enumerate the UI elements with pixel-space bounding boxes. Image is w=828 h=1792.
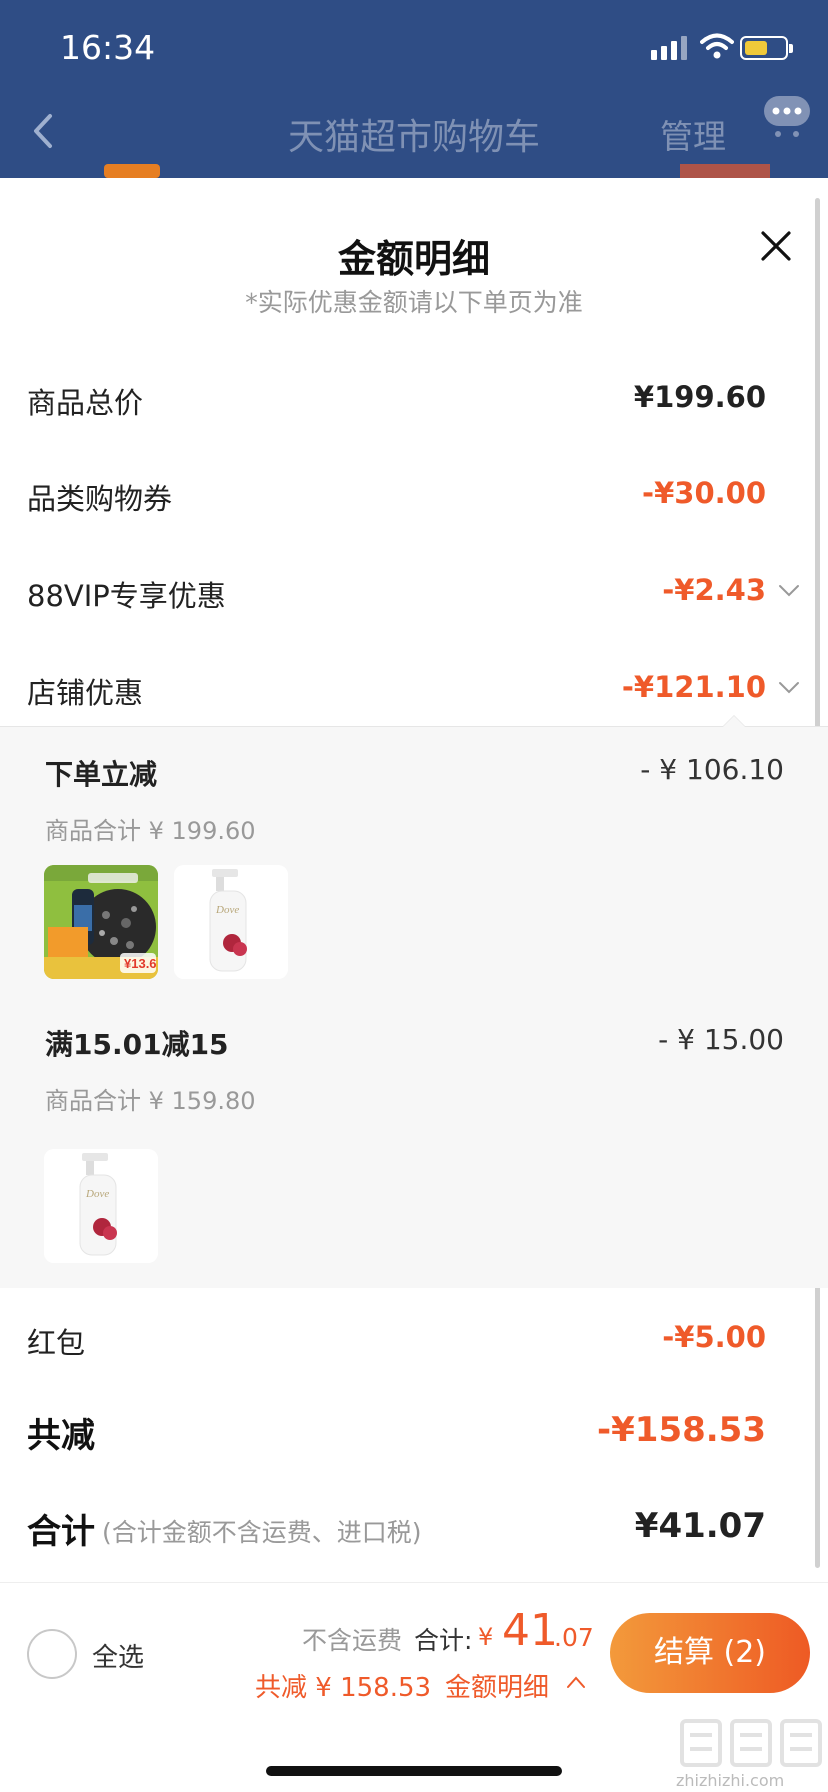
home-indicator[interactable]	[266, 1766, 562, 1776]
row-category-coupon: 品类购物券 -¥30.00	[0, 464, 828, 524]
select-all-label[interactable]: 全选	[92, 1637, 144, 1674]
sum-currency: ¥	[478, 1623, 494, 1651]
chevron-down-icon[interactable]	[778, 680, 800, 696]
row-label: 红包	[27, 1326, 86, 1360]
row-88vip-discount[interactable]: 88VIP专享优惠 -¥2.43	[0, 561, 828, 621]
product-thumbnail-dove-2[interactable]: Dove	[44, 1149, 158, 1263]
thumb-brand: Dove	[215, 904, 239, 916]
row-value: -¥158.53	[597, 1410, 766, 1450]
battery-icon	[740, 36, 793, 60]
row-grand-total: 合计 (合计金额不含运费、进口税) ¥41.07	[0, 1496, 828, 1560]
sheet-disclaimer: *实际优惠金额请以下单页为准	[245, 288, 583, 317]
close-icon[interactable]	[760, 230, 792, 262]
row-value: -¥121.10	[621, 670, 766, 704]
chevron-down-icon[interactable]	[778, 583, 800, 599]
top-bar: 16:34 天猫超市购物车 管理	[0, 0, 828, 178]
row-note: (合计金额不含运费、进口税)	[102, 1518, 422, 1547]
row-label: 店铺优惠	[27, 676, 144, 710]
checkout-button[interactable]: 结算 (2)	[610, 1613, 810, 1693]
checkout-bar: 全选 不含运费 合计: ¥ 41 .07 共减 ¥ 158.53 金额明细 结算…	[0, 1582, 828, 1792]
row-red-packet: 红包 -¥5.00	[0, 1308, 828, 1368]
sum-decimal: .07	[554, 1623, 594, 1652]
chevron-up-icon[interactable]	[566, 1675, 586, 1689]
thumb-price-badge: ¥13.6	[124, 956, 157, 971]
row-value: -¥5.00	[662, 1320, 766, 1354]
product-thumbnail-pepper[interactable]: ¥13.6	[44, 865, 158, 979]
row-label: 商品总价	[27, 386, 144, 420]
row-goods-total: 商品总价 ¥199.60	[0, 368, 828, 428]
background-strip	[0, 164, 828, 178]
promo-name: 满15.01减15	[45, 1028, 229, 1061]
promo-subtotal: 商品合计 ¥ 199.60	[45, 817, 256, 845]
row-label: 共减	[27, 1416, 95, 1456]
amount-detail-sheet: 金额明细 *实际优惠金额请以下单页为准 商品总价 ¥199.60 品类购物券 -…	[0, 178, 828, 1792]
promo-name: 下单立减	[45, 758, 158, 791]
amount-detail-link[interactable]: 金额明细	[445, 1667, 549, 1704]
row-total-discount: 共减 -¥158.53	[0, 1400, 828, 1464]
cellular-signal-icon	[651, 36, 687, 60]
select-all-checkbox[interactable]	[27, 1629, 77, 1679]
row-value: ¥199.60	[633, 380, 766, 414]
sheet-title: 金额明细	[337, 237, 490, 281]
more-options-icon[interactable]	[760, 92, 814, 138]
row-label: 88VIP专享优惠	[27, 579, 226, 613]
row-label: 合计	[27, 1512, 95, 1552]
wifi-icon	[700, 33, 734, 59]
sum-label: 合计:	[414, 1626, 473, 1655]
no-shipping-note: 不含运费	[302, 1626, 403, 1655]
total-discount-label: 共减 ¥ 158.53	[255, 1673, 432, 1703]
status-time: 16:34	[60, 28, 156, 67]
promo-subtotal: 商品合计 ¥ 159.80	[45, 1087, 256, 1115]
promo-amount: - ¥ 106.10	[640, 753, 784, 786]
manage-button[interactable]: 管理	[660, 110, 726, 158]
watermark-url: zhizhizhi.com	[676, 1771, 785, 1790]
row-label: 品类购物券	[27, 482, 173, 516]
sum-integer: 41	[502, 1605, 558, 1656]
row-value: ¥41.07	[634, 1506, 766, 1546]
detail-pointer	[722, 715, 746, 727]
thumb-brand: Dove	[85, 1188, 109, 1200]
product-thumbnail-dove-1[interactable]: Dove	[174, 865, 288, 979]
row-value: -¥2.43	[662, 573, 766, 607]
row-shop-discount[interactable]: 店铺优惠 -¥121.10	[0, 658, 828, 718]
promo-amount: - ¥ 15.00	[658, 1023, 784, 1056]
shop-discount-detail: 下单立减 - ¥ 106.10 商品合计 ¥ 199.60 ¥13.6 Dove…	[0, 715, 828, 1288]
row-value: -¥30.00	[642, 476, 766, 510]
